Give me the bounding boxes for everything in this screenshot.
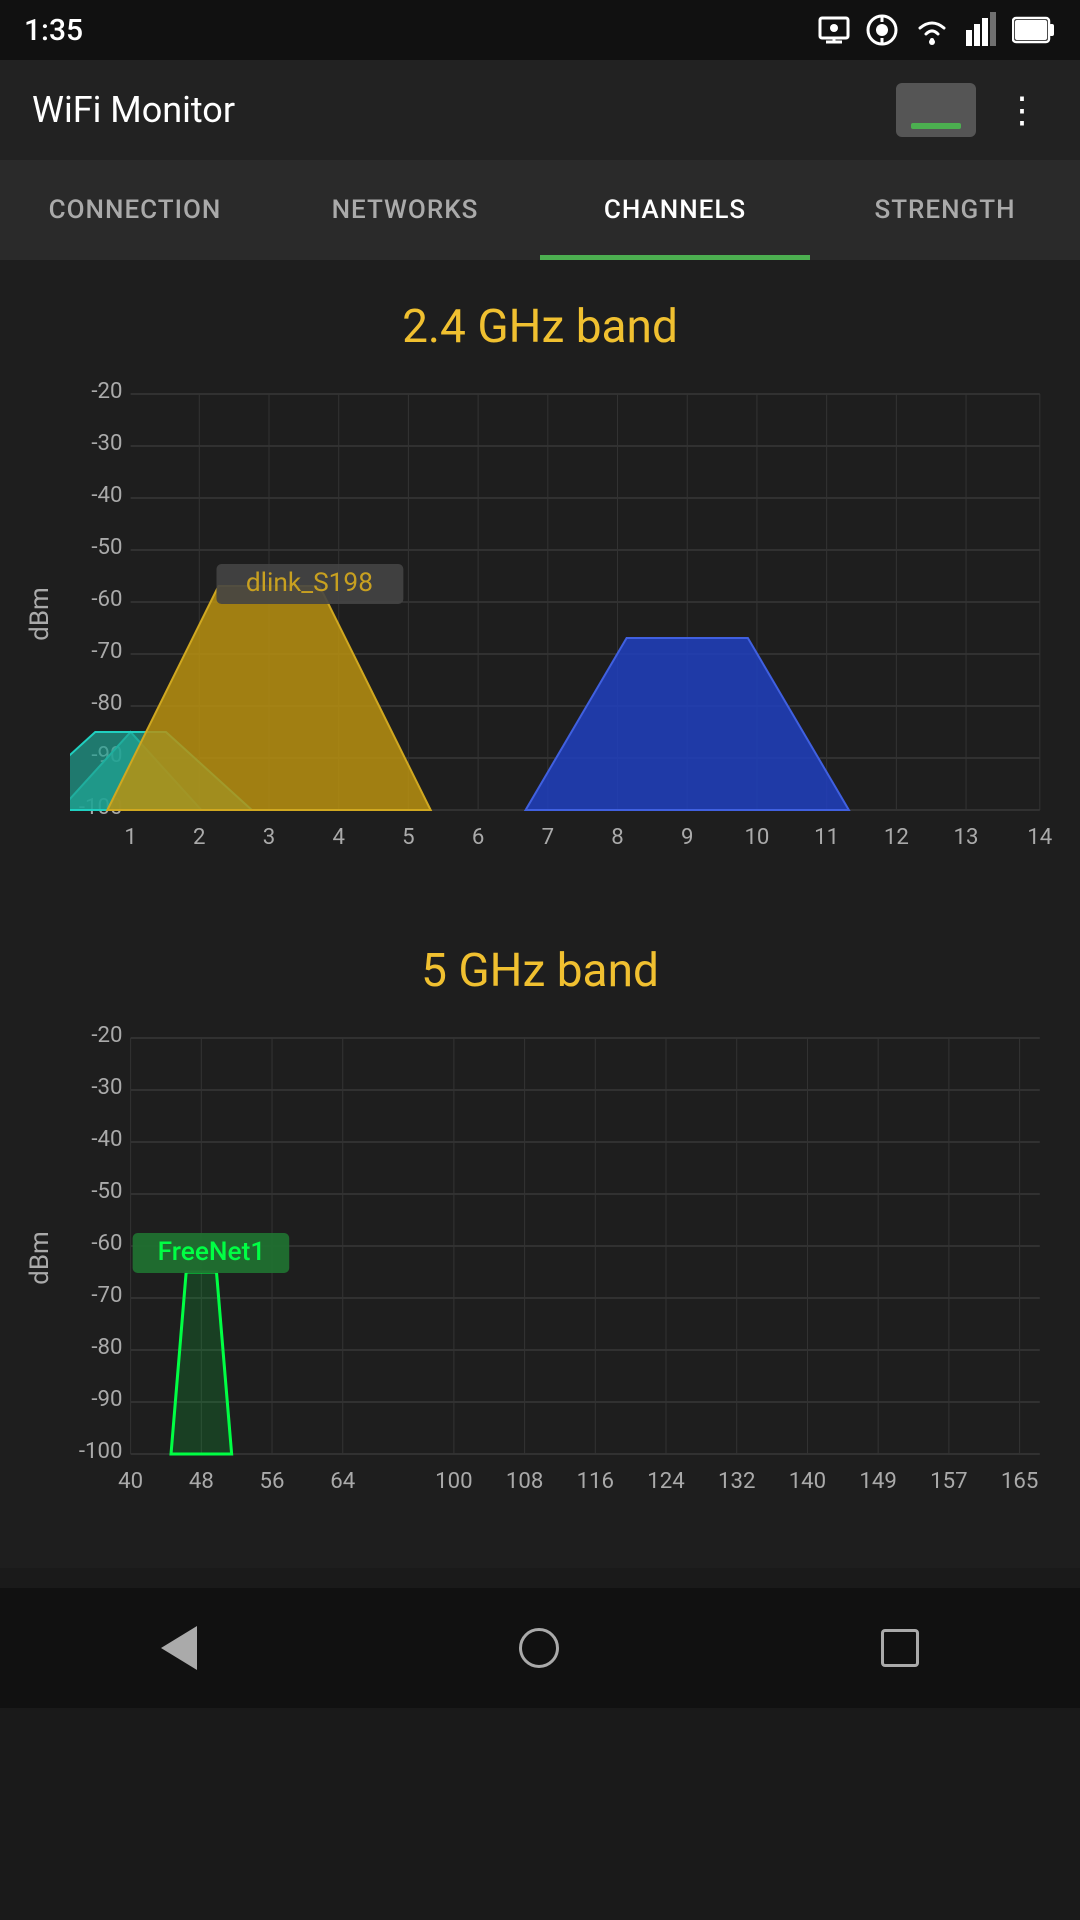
y-axis-label-24: dBm <box>25 587 55 641</box>
svg-text:-70: -70 <box>91 1282 122 1308</box>
svg-text:4: 4 <box>332 824 345 850</box>
svg-text:56: 56 <box>260 1468 285 1494</box>
svg-text:-60: -60 <box>91 586 122 612</box>
main-content: 2.4 GHz band dBm <box>0 260 1080 1568</box>
svg-text:-100: -100 <box>79 1438 123 1464</box>
y-axis-label-5: dBm <box>25 1231 55 1285</box>
svg-text:165: 165 <box>1001 1468 1038 1494</box>
svg-text:-90: -90 <box>91 1386 122 1412</box>
band-24ghz-section: 2.4 GHz band dBm <box>0 280 1080 924</box>
app-icon-2 <box>864 12 900 48</box>
app-bar-actions: ⋮ <box>896 81 1048 139</box>
svg-text:100: 100 <box>435 1468 472 1494</box>
freenet1-label: FreeNet1 <box>158 1237 266 1267</box>
svg-text:-20: -20 <box>91 378 122 404</box>
svg-text:149: 149 <box>859 1468 896 1494</box>
status-bar: 1:35 <box>0 0 1080 60</box>
svg-text:9: 9 <box>681 824 694 850</box>
svg-text:-50: -50 <box>91 1178 122 1204</box>
svg-text:12: 12 <box>884 824 909 850</box>
chart-24ghz[interactable]: -20 -30 -40 -50 -60 -70 -80 -90 -100 <box>70 374 1060 874</box>
svg-text:108: 108 <box>506 1468 543 1494</box>
svg-text:-80: -80 <box>91 690 122 716</box>
wifi-icon <box>912 12 952 48</box>
tab-channels[interactable]: CHANNELS <box>540 160 810 260</box>
svg-text:-70: -70 <box>91 638 122 664</box>
app-bar: WiFi Monitor ⋮ <box>0 60 1080 160</box>
svg-text:8: 8 <box>611 824 624 850</box>
band-5ghz-section: 5 GHz band dBm -20 -30 <box>0 924 1080 1568</box>
svg-text:5: 5 <box>402 824 415 850</box>
more-icon: ⋮ <box>1004 89 1040 131</box>
nav-bar <box>0 1588 1080 1708</box>
svg-text:-50: -50 <box>91 534 122 560</box>
notification-icon <box>816 12 852 48</box>
svg-text:64: 64 <box>330 1468 355 1494</box>
svg-text:124: 124 <box>647 1468 684 1494</box>
svg-text:-20: -20 <box>91 1022 122 1048</box>
tab-strength[interactable]: STRENGTH <box>810 160 1080 260</box>
chart-5ghz[interactable]: -20 -30 -40 -50 -60 -70 -80 -90 -100 <box>70 1018 1060 1518</box>
signal-icon <box>964 12 1000 48</box>
svg-text:-40: -40 <box>91 482 122 508</box>
svg-text:-80: -80 <box>91 1334 122 1360</box>
svg-text:-30: -30 <box>91 1074 122 1100</box>
freenet1-fill <box>171 1272 232 1454</box>
band-5ghz-title: 5 GHz band <box>0 944 1080 998</box>
home-icon <box>519 1628 559 1668</box>
svg-text:13: 13 <box>954 824 979 850</box>
band-24ghz-title: 2.4 GHz band <box>0 300 1080 354</box>
svg-text:3: 3 <box>263 824 276 850</box>
tab-connection[interactable]: CONNECTION <box>0 160 270 260</box>
svg-text:2: 2 <box>193 824 206 850</box>
svg-text:132: 132 <box>718 1468 755 1494</box>
status-icons <box>816 12 1056 48</box>
svg-text:157: 157 <box>930 1468 967 1494</box>
screen-icon-bar <box>911 123 961 129</box>
network-dlink-area <box>107 586 430 810</box>
svg-text:40: 40 <box>118 1468 143 1494</box>
svg-text:-30: -30 <box>91 430 122 456</box>
battery-icon <box>1012 12 1056 48</box>
recents-icon <box>881 1629 919 1667</box>
svg-text:14: 14 <box>1027 824 1052 850</box>
nav-back-button[interactable] <box>153 1618 205 1678</box>
svg-text:7: 7 <box>542 824 555 850</box>
dlink-label: dlink_S198 <box>246 568 373 598</box>
status-time: 1:35 <box>24 13 83 48</box>
svg-text:11: 11 <box>814 824 839 850</box>
network-netgear-area <box>526 638 849 810</box>
app-title: WiFi Monitor <box>32 89 235 131</box>
tab-active-indicator <box>540 255 810 260</box>
screen-toggle-button[interactable] <box>896 83 976 137</box>
back-icon <box>161 1626 197 1670</box>
tabs-bar: CONNECTION NETWORKS CHANNELS STRENGTH <box>0 160 1080 260</box>
svg-text:6: 6 <box>472 824 485 850</box>
svg-text:-40: -40 <box>91 1126 122 1152</box>
svg-text:-60: -60 <box>91 1230 122 1256</box>
svg-text:10: 10 <box>744 824 769 850</box>
svg-text:48: 48 <box>189 1468 214 1494</box>
svg-text:1: 1 <box>124 824 137 850</box>
nav-recents-button[interactable] <box>873 1621 927 1675</box>
nav-home-button[interactable] <box>511 1620 567 1676</box>
svg-text:116: 116 <box>577 1468 614 1494</box>
svg-text:140: 140 <box>789 1468 826 1494</box>
tab-networks[interactable]: NETWORKS <box>270 160 540 260</box>
more-options-button[interactable]: ⋮ <box>996 81 1048 139</box>
